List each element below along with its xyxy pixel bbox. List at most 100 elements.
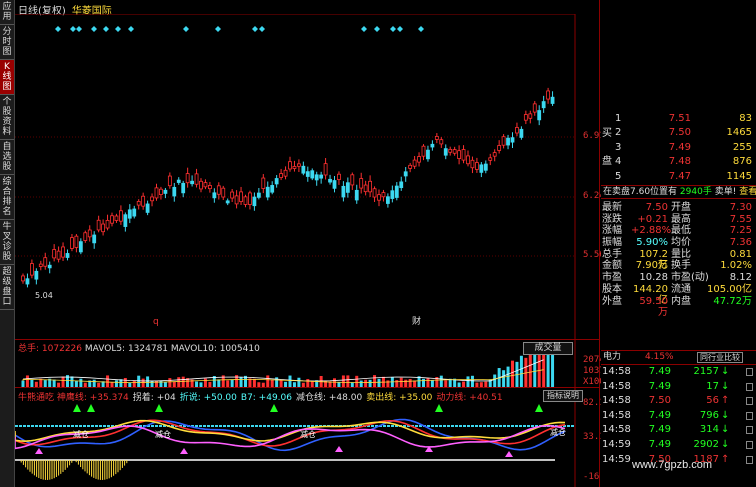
tick-volume: 17 bbox=[706, 380, 719, 392]
stat-value: +0.21 bbox=[637, 213, 668, 225]
tick-checkbox[interactable] bbox=[746, 440, 753, 449]
stat-label: 涨跌 bbox=[602, 213, 622, 225]
signal-diamond-icon bbox=[183, 26, 189, 32]
volume-bar bbox=[364, 379, 368, 387]
candle-body bbox=[239, 191, 243, 202]
tick-checkbox[interactable] bbox=[746, 368, 753, 376]
volume-bar bbox=[43, 380, 47, 387]
candle-body bbox=[38, 263, 43, 267]
kline-marker-cai: 财 bbox=[412, 315, 421, 327]
industry-compare-button[interactable]: 同行业比较 bbox=[697, 352, 743, 363]
tick-checkbox[interactable] bbox=[746, 411, 753, 420]
book-row[interactable]: 3 7.49 255 bbox=[601, 142, 756, 156]
stat-label: 市盈(动) bbox=[671, 272, 709, 284]
left-tab-0[interactable]: 应用 bbox=[0, 0, 14, 25]
stat-row: 涨跌 +0.21 最高 7.55 bbox=[601, 214, 756, 226]
volume-bar bbox=[226, 380, 230, 387]
candle-body bbox=[172, 186, 177, 197]
volume-bar bbox=[355, 375, 359, 387]
left-tab-strip: 应用 分时图 K线图 个股资料 自选股 综合排名 牛叉诊股 超级盘口 bbox=[0, 0, 15, 487]
indicator-item-1: 拐着: +04 bbox=[132, 393, 176, 403]
book-level: 3 bbox=[615, 141, 622, 153]
stat-row: 股本 144.20亿 流通 105.00亿 bbox=[601, 284, 756, 306]
volume-bar bbox=[239, 376, 243, 387]
tick-volume: 314 bbox=[699, 424, 719, 436]
candle-body bbox=[319, 174, 324, 179]
stat-row: 振幅 5.90% 均价 7.36 bbox=[601, 237, 756, 249]
triangle-marker-icon bbox=[180, 448, 188, 454]
candle-body bbox=[185, 173, 190, 184]
tick-price: 7.49 bbox=[648, 380, 671, 392]
left-tab-5[interactable]: 综合排名 bbox=[0, 175, 14, 220]
candle-body bbox=[203, 182, 208, 188]
left-tab-6[interactable]: 牛叉诊股 bbox=[0, 220, 14, 265]
tick-checkbox[interactable] bbox=[746, 397, 753, 406]
industry-change: 4.15% bbox=[645, 352, 674, 362]
indicator-item-5: 卖出线: +35.00 bbox=[366, 393, 433, 403]
candle-body bbox=[457, 150, 462, 159]
candle-body bbox=[145, 203, 150, 213]
sell-alert-link[interactable]: 查看详细 bbox=[739, 187, 756, 197]
tick-time: 14:58 bbox=[602, 424, 631, 436]
tick-volume: 796 bbox=[699, 409, 719, 421]
volume-bar bbox=[368, 379, 372, 387]
signal-diamond-icon bbox=[374, 26, 380, 32]
stat-value: 7.36 bbox=[729, 237, 752, 249]
candle-body bbox=[354, 189, 359, 201]
book-level: 4 bbox=[615, 156, 622, 168]
indicator-help-button[interactable]: 指标说明 bbox=[543, 390, 583, 402]
indicator-item-4: 减仓线: +48.00 bbox=[296, 393, 363, 403]
sell-alert-amount: 2940手 bbox=[679, 187, 712, 197]
stat-value: 8.12 bbox=[729, 272, 752, 284]
tick-checkbox[interactable] bbox=[746, 455, 753, 464]
volume-bar bbox=[395, 380, 399, 387]
book-price: 7.50 bbox=[668, 127, 691, 139]
stat-row: 最新 7.50 开盘 7.30 bbox=[601, 202, 756, 214]
left-tab-2[interactable]: K线图 bbox=[0, 60, 14, 95]
stat-value: 7.30 bbox=[729, 202, 752, 213]
volume-bar bbox=[502, 370, 506, 387]
signal-diamond-icon bbox=[103, 26, 109, 32]
left-tab-1[interactable]: 分时图 bbox=[0, 25, 14, 60]
candle-body bbox=[381, 192, 386, 198]
left-tab-3[interactable]: 个股资料 bbox=[0, 95, 14, 140]
signal-diamond-icon bbox=[361, 26, 367, 32]
tick-checkbox[interactable] bbox=[746, 382, 753, 391]
volume-selector-button[interactable]: 成交量 bbox=[523, 342, 573, 355]
tick-time: 14:58 bbox=[602, 366, 631, 377]
candle-body bbox=[150, 196, 154, 202]
book-row[interactable]: 1 7.51 83 bbox=[601, 113, 756, 127]
volume-bar bbox=[373, 375, 377, 387]
candle-body bbox=[390, 190, 395, 199]
candle-body bbox=[61, 246, 65, 258]
left-tab-7[interactable]: 超级盘口 bbox=[0, 265, 14, 310]
candle-body bbox=[523, 114, 528, 121]
mavol5-line bbox=[22, 359, 544, 382]
candle-body bbox=[430, 143, 435, 148]
candle-body bbox=[350, 174, 355, 186]
book-row[interactable]: 2 7.50 1465 bbox=[601, 127, 756, 141]
book-row[interactable]: 5 7.47 1145 bbox=[601, 171, 756, 185]
candle-body bbox=[292, 166, 297, 169]
triangle-marker-icon bbox=[505, 451, 513, 457]
stat-row: 市盈 10.28 市盈(动) 8.12 bbox=[601, 272, 756, 284]
candle-body bbox=[225, 200, 230, 204]
candle-body bbox=[181, 182, 186, 194]
signal-diamond-icon bbox=[55, 26, 61, 32]
candle-body bbox=[127, 209, 132, 219]
book-row[interactable]: 4 7.48 876 bbox=[601, 156, 756, 170]
tick-price: 7.49 bbox=[648, 424, 671, 436]
stat-row: 总手 107.2万 量比 0.81 bbox=[601, 249, 756, 271]
kline-chart[interactable]: q 财 5.04 bbox=[15, 14, 600, 339]
left-tab-4[interactable]: 自选股 bbox=[0, 140, 14, 175]
book-level: 5 bbox=[615, 170, 622, 182]
tick-checkbox[interactable] bbox=[746, 426, 753, 435]
volume-total: 1072226 bbox=[41, 344, 83, 354]
tick-arrow-icon: ↑ bbox=[721, 453, 730, 465]
volume-bar bbox=[493, 374, 497, 387]
candle-body bbox=[221, 187, 226, 198]
candle-body bbox=[248, 192, 252, 205]
watermark: www.7gpzb.com bbox=[632, 459, 713, 471]
tick-time: 14:58 bbox=[602, 395, 631, 407]
volume-bar bbox=[341, 375, 345, 387]
